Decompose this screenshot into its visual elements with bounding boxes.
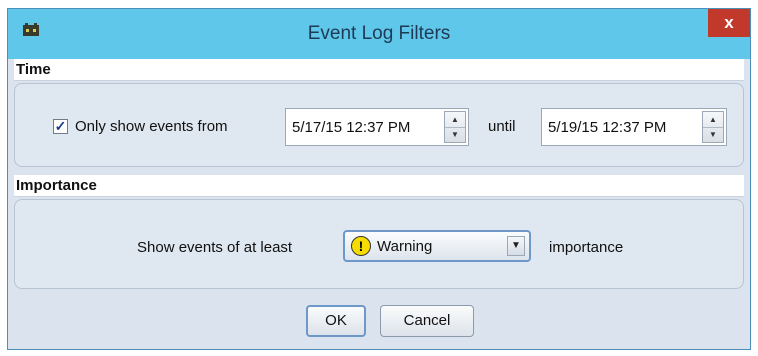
warning-icon: ! <box>351 236 371 256</box>
time-section-label: Time <box>16 61 51 78</box>
importance-suffix-label: importance <box>549 239 624 256</box>
cancel-button[interactable]: Cancel <box>380 305 474 337</box>
importance-level-select[interactable]: ! Warning ▼ <box>343 230 531 262</box>
until-spin-down-icon[interactable]: ▼ <box>703 127 723 142</box>
only-show-label[interactable]: Only show events from <box>75 118 228 135</box>
from-date-spinner[interactable]: 5/17/15 12:37 PM ▲ ▼ <box>285 108 469 146</box>
until-spin-up-icon[interactable]: ▲ <box>703 112 723 128</box>
ok-button[interactable]: OK <box>306 305 366 337</box>
from-date-value[interactable]: 5/17/15 12:37 PM <box>292 119 410 136</box>
importance-section-header: Importance <box>14 175 744 197</box>
from-spin-down-icon[interactable]: ▼ <box>445 127 465 142</box>
importance-level-value[interactable]: Warning <box>377 238 432 255</box>
until-date-spinner[interactable]: 5/19/15 12:37 PM ▲ ▼ <box>541 108 727 146</box>
show-events-prefix-label: Show events of at least <box>137 239 293 256</box>
only-show-checkbox[interactable]: ✓ <box>53 119 68 134</box>
title-bar[interactable]: Event Log Filters x <box>8 9 750 59</box>
until-date-value[interactable]: 5/19/15 12:37 PM <box>548 119 666 136</box>
from-date-spin-buttons[interactable]: ▲ ▼ <box>444 111 466 143</box>
importance-section-label: Importance <box>16 177 97 194</box>
event-log-filters-dialog: Event Log Filters x Time ✓ Only show eve… <box>7 8 751 350</box>
chevron-down-icon[interactable]: ▼ <box>507 236 525 256</box>
time-panel: ✓ Only show events from 5/17/15 12:37 PM… <box>14 83 744 167</box>
from-spin-up-icon[interactable]: ▲ <box>445 112 465 128</box>
until-date-spin-buttons[interactable]: ▲ ▼ <box>702 111 724 143</box>
dialog-content: Time ✓ Only show events from 5/17/15 12:… <box>8 59 750 349</box>
window-title: Event Log Filters <box>307 23 451 44</box>
close-button[interactable]: x <box>708 9 750 37</box>
importance-panel: Show events of at least ! Warning ▼ impo… <box>14 199 744 289</box>
until-label: until <box>488 118 516 135</box>
time-section-header: Time <box>14 59 744 81</box>
